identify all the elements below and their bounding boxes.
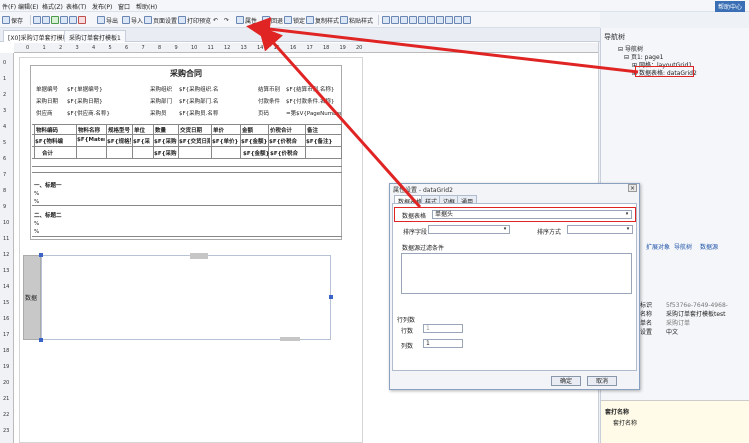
annotation-arrows <box>246 17 639 208</box>
arrow-from-dialog <box>258 25 422 208</box>
arrow-to-properties <box>246 17 639 74</box>
